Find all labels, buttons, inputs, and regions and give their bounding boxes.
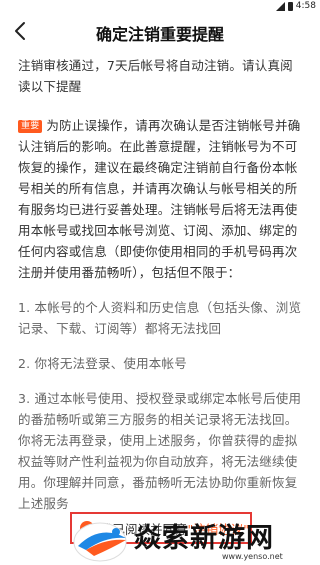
status-time: 4:58 [295, 1, 316, 11]
signal-icon [275, 1, 285, 11]
intro-text: 注销审核通过，7天后帐号将自动注销。请认真阅读以下提醒 [18, 58, 293, 94]
notice-content[interactable]: 注销审核通过，7天后帐号将自动注销。请认真阅读以下提醒 重要 为防止误操作，请再次… [0, 49, 320, 565]
watermark-url: www.yenso.net [222, 552, 283, 561]
battery-icon [287, 1, 293, 11]
important-paragraph: 重要 为防止误操作，请再次确认是否注销帐号并确认注销后的影响。在此善意提醒，注销帐… [18, 115, 304, 283]
list-item: 2. 你将无法登录、使用本帐号 [18, 356, 187, 371]
top-bar: 确定注销重要提醒 [0, 13, 320, 49]
watermark: 焱索新游网 www.yenso.net [72, 514, 320, 565]
page-title: 确定注销重要提醒 [95, 25, 224, 44]
status-icons: 4:58 [275, 1, 316, 11]
important-tag: 重要 [18, 120, 43, 133]
watermark-logo [73, 522, 127, 562]
watermark-text: 焱索新游网 [134, 523, 274, 554]
status-bar: 4:58 [0, 0, 320, 13]
important-text: 为防止误操作，请再次确认是否注销帐号并确认注销后的影响。在此善意提醒，注销帐号为… [18, 118, 301, 280]
list-item: 3. 通过本帐号使用、授权登录或绑定本帐号后使用的番茄畅听或第三方服务的相关记录… [18, 391, 302, 511]
list-item: 1. 本帐号的个人资料和历史信息（包括头像、浏览记录、下载、订阅等）都将无法找回 [18, 300, 302, 336]
